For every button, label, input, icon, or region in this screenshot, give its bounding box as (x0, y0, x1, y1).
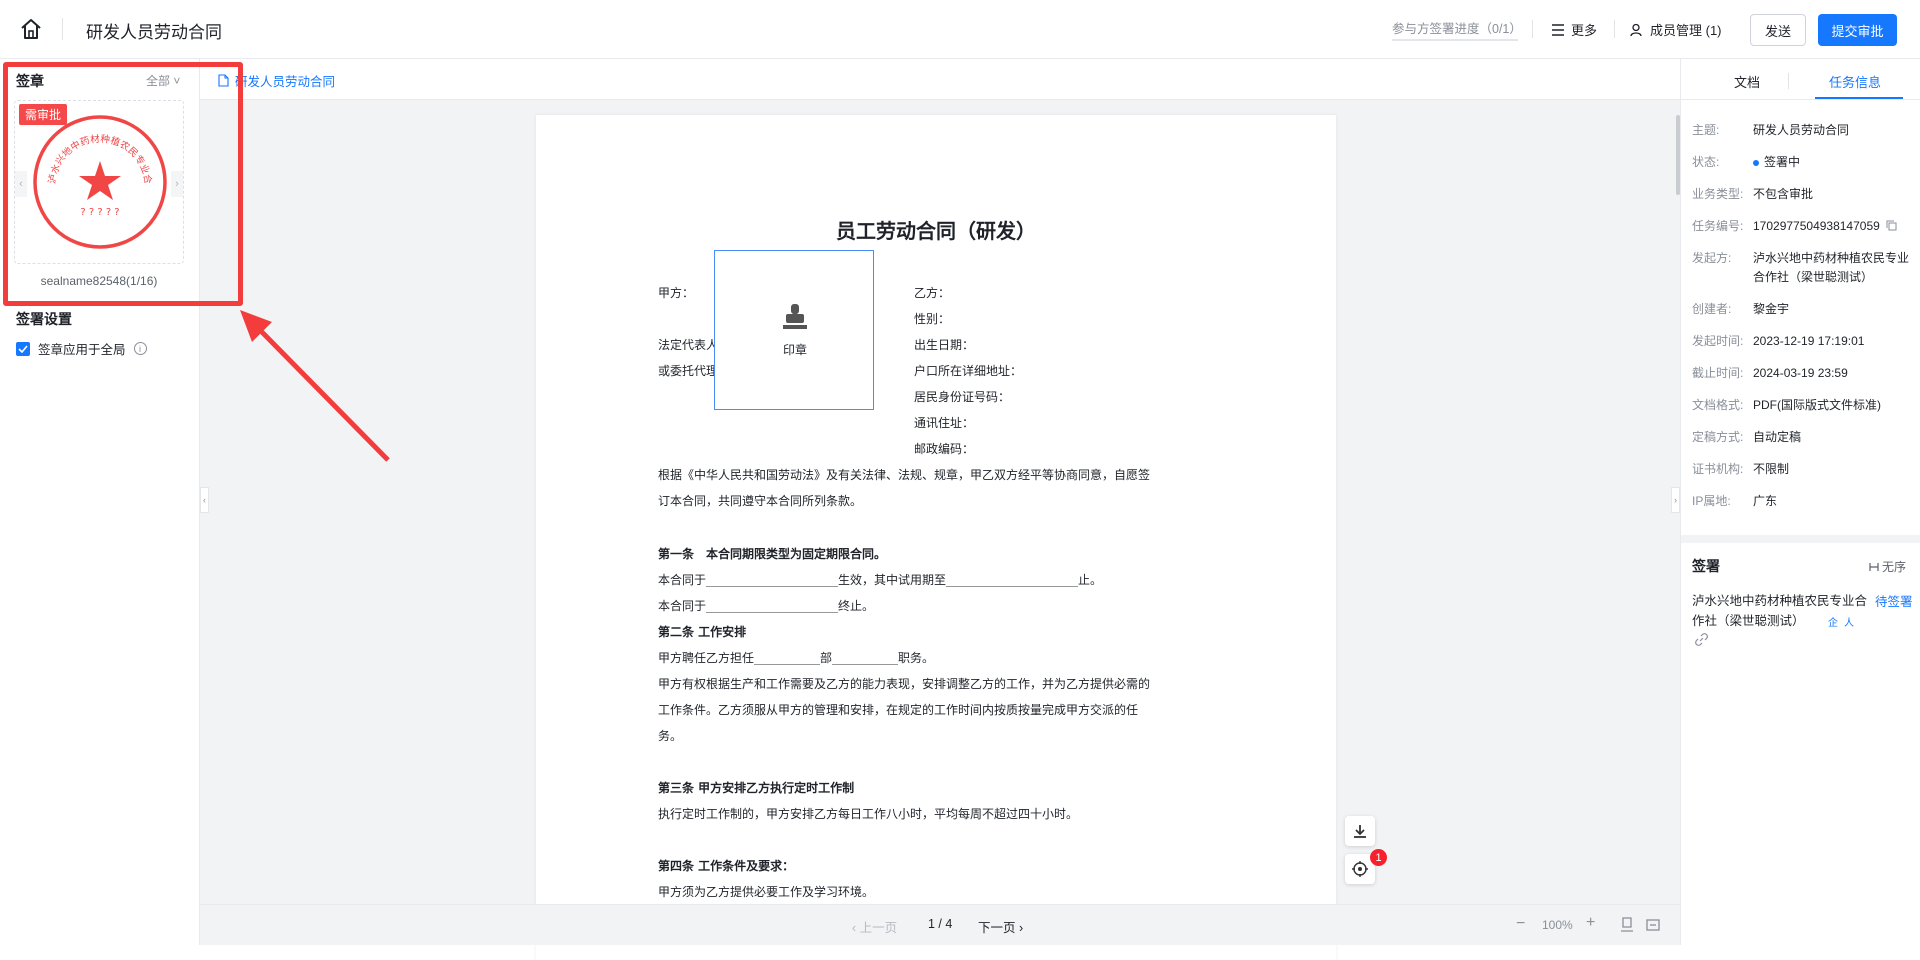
article-2-line-2: 甲方有权根据生产和工作需要及乙方的能力表现，安排调整乙方的工作，并为乙方提供必需… (658, 677, 1151, 691)
locate-badge: 1 (1370, 849, 1387, 866)
copy-icon[interactable] (1886, 220, 1897, 231)
shuffle-icon (1869, 563, 1879, 571)
sign-settings-title: 签署设置 (16, 311, 72, 327)
birth-label: 出生日期： (914, 338, 975, 352)
divider (1681, 535, 1920, 543)
single-page-icon[interactable] (1620, 917, 1634, 933)
status-dot (1753, 159, 1759, 166)
task-id-value: 1702977504938147059 (1753, 219, 1880, 233)
prev-page-button[interactable]: ‹ 上一页 (852, 917, 897, 936)
divider (62, 18, 63, 40)
legal-rep-label: 法定代表人 (658, 338, 719, 352)
hukou-label: 户口所在详细地址： (914, 364, 1023, 378)
status-value: 签署中 (1764, 155, 1801, 169)
article-1-line-2: 本合同于______________________终止。 (658, 599, 875, 613)
enterprise-tag: 企 (1828, 618, 1838, 629)
more-button[interactable]: 更多 (1551, 20, 1597, 39)
link-icon[interactable] (1695, 633, 1708, 649)
submit-approval-button[interactable]: 提交审批 (1818, 14, 1897, 46)
signer-status: 待签署 (1875, 595, 1913, 609)
file-tab-bar: 研发人员劳动合同 (200, 59, 1680, 100)
divider (1614, 20, 1615, 38)
article-4-line-1: 甲方须为乙方提供必要工作及学习环境。 (658, 885, 875, 899)
signer-tags: 企 人 (1828, 614, 1854, 629)
id-number-label: 居民身份证号码： (914, 390, 1011, 404)
zoom-level: 100% (1542, 918, 1573, 932)
zoom-in-button[interactable]: + (1586, 914, 1595, 932)
send-button[interactable]: 发送 (1750, 14, 1806, 46)
apply-global-checkbox[interactable] (16, 341, 30, 356)
contract-title: 员工劳动合同（研发） (836, 219, 1036, 243)
members-label: 成员管理 (1) (1650, 23, 1722, 38)
download-button[interactable] (1345, 816, 1375, 846)
pagination-bar: ‹ 上一页 1 / 4 下一页 › − 100% + (200, 904, 1680, 945)
annotation-highlight-box (3, 62, 243, 306)
sign-progress-text[interactable]: 参与方签署进度（0/1） (1392, 18, 1522, 37)
user-icon (1630, 23, 1642, 36)
collapse-left-button[interactable]: ‹ (200, 487, 209, 513)
tab-document[interactable]: 文档 (1734, 72, 1760, 91)
divider (1532, 20, 1533, 38)
article-2-line-1: 甲方聘任乙方担任___________部___________职务。 (658, 651, 935, 665)
person-tag: 人 (1844, 618, 1854, 629)
intro-line-2: 订本合同，共同遵守本合同所列条款。 (658, 494, 863, 508)
stamp-placement-field[interactable]: 印章 (714, 250, 874, 410)
members-button[interactable]: 成员管理 (1) (1630, 20, 1722, 39)
sign-progress-bar (1392, 39, 1518, 41)
next-page-button[interactable]: 下一页 › (978, 917, 1023, 936)
zoom-out-button[interactable]: − (1516, 915, 1525, 933)
divider (1681, 99, 1920, 100)
party-b-label: 乙方： (914, 286, 951, 300)
gender-label: 性别： (914, 312, 951, 326)
page-indicator: 1 / 4 (928, 917, 953, 931)
more-label: 更多 (1571, 23, 1598, 38)
top-bar: 研发人员劳动合同 参与方签署进度（0/1） 更多 成员管理 (1) 发送 提交审… (0, 0, 1920, 59)
annotation-arrow (240, 310, 390, 462)
article-1-title: 第一条 本合同期限类型为固定期限合同。 (658, 547, 887, 561)
download-icon (1354, 825, 1366, 838)
address-label: 通讯住址： (914, 416, 975, 430)
signing-section-title: 签署 (1692, 558, 1720, 574)
menu-icon (1552, 23, 1564, 36)
tab-task-info[interactable]: 任务信息 (1829, 72, 1881, 91)
apply-seal-global-option[interactable]: 签章应用于全局 i (16, 339, 147, 358)
info-icon[interactable]: i (133, 342, 147, 355)
article-3-line-1: 执行定时工作制的，甲方安排乙方每日工作八小时，平均每周不超过四十小时。 (658, 807, 1079, 821)
article-3-title: 第三条 甲方安排乙方执行定时工作制 (658, 781, 855, 795)
home-icon[interactable] (18, 16, 44, 42)
article-2-line-3: 工作条件。乙方须服从甲方的管理和安排，在规定的工作时间内按质按量完成甲方交派的任 (658, 703, 1139, 717)
fit-width-icon[interactable] (1646, 918, 1660, 932)
document-page: 员工劳动合同（研发） 甲方： 法定代表人 或委托代理人 乙方： 性别： 出生日期… (536, 115, 1336, 960)
page-title: 研发人员劳动合同 (86, 23, 222, 42)
divider (1788, 73, 1789, 89)
target-icon (1352, 861, 1368, 877)
article-1-line-1: 本合同于______________________生效，其中试用期至_____… (658, 573, 1103, 587)
task-info-panel: 文档 任务信息 主题: 研发人员劳动合同 状态: 签署中 业务类型: 不包含审批 任… (1680, 59, 1920, 945)
party-a-label: 甲方： (658, 286, 695, 300)
intro-line-1: 根据《中华人民共和国劳动法》及有关法律、法规、规章，甲乙双方经平等协商同意，自愿… (658, 468, 1151, 482)
file-tab-label: 研发人员劳动合同 (235, 75, 336, 89)
apply-global-label: 签章应用于全局 (38, 343, 126, 357)
postcode-label: 邮政编码： (914, 442, 975, 456)
stamp-label: 印章 (782, 343, 807, 357)
document-viewer: 研发人员劳动合同 员工劳动合同（研发） 甲方： 法定代表人 或委托代理人 乙方：… (200, 59, 1680, 960)
signing-order: 无序 (1869, 558, 1906, 575)
collapse-right-button[interactable]: › (1671, 487, 1680, 513)
article-2-line-4: 务。 (658, 729, 683, 743)
stamp-icon (783, 304, 807, 329)
article-2-title: 第二条 工作安排 (658, 625, 747, 639)
article-4-title: 第四条 工作条件及要求： (658, 859, 795, 873)
